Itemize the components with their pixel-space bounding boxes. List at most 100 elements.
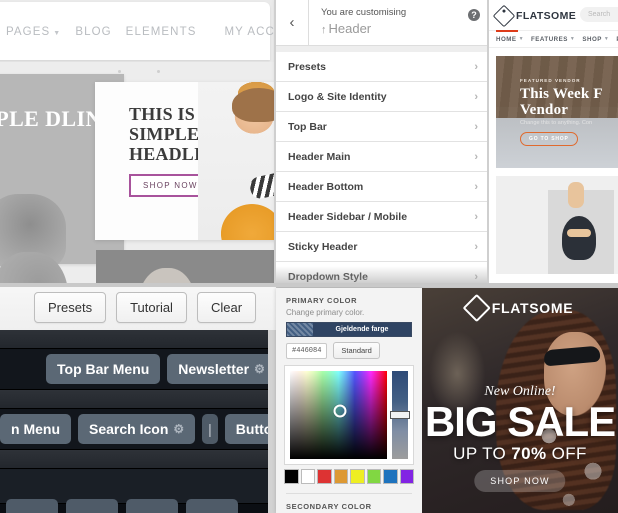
color-preset-swatches[interactable] [284,469,414,484]
vendor-cta-button[interactable]: GO TO SHOP [520,132,578,146]
primary-color-swatch [287,323,313,336]
chevron-right-icon: › [474,60,478,73]
preset-swatch-purple[interactable] [399,469,414,484]
site-header: FLATSOME Search [488,0,618,30]
preview-slide-main: THIS IS A SIMPLE HEADLINE SHOP NOW [95,82,276,240]
builder-chip-label: n Menu [11,421,60,437]
flatsome-logo-icon [462,293,491,323]
customizer-title: ↑ Header [321,20,480,39]
site-nav-label: SHOP [582,35,602,43]
customizer-item-presets[interactable]: Presets › [276,52,488,82]
builder-scrollbar[interactable] [268,330,276,513]
hue-slider[interactable] [390,371,410,459]
customizer-item-top-bar[interactable]: Top Bar › [276,112,488,142]
customizer-item-dropdown-style[interactable]: Dropdown Style › [276,262,488,284]
color-picker-widget[interactable] [284,365,414,465]
builder-chip-label: Search Icon [89,421,169,437]
site-nav[interactable]: HOME ▼ FEATURES ▼ SHOP ▼ PAGES ▼ [488,30,618,48]
presets-button[interactable]: Presets [34,291,107,323]
product-tile [496,176,618,274]
standard-button[interactable]: Standard [333,342,380,359]
nav-item-elements[interactable]: ELEMENTS [126,26,197,38]
preview-hero-area: IS A PLE DLINE NOW THIS IS A SIMPLE HEAD… [0,62,276,284]
site-nav-item-features[interactable]: FEATURES ▼ [531,36,575,43]
preset-swatch-green[interactable] [366,469,381,484]
primary-current-color-label: Gjeldende farge [313,323,411,336]
secondary-color-title: SECONDARY COLOR [286,502,372,511]
customizer-section-list[interactable]: Presets › Logo & Site Identity › Top Bar… [276,52,488,284]
site-nav-item-home[interactable]: HOME ▼ [496,36,524,43]
chevron-right-icon: › [474,210,478,223]
nav-item-pages[interactable]: PAGES ▼ [6,26,61,38]
builder-row-header-main: n Menu Search Icon ⚙ | Button 2 [0,409,276,450]
nav-item-label: ELEMENTS [125,26,197,38]
banner-subhead-prefix: UP TO [453,444,512,463]
chevron-left-icon[interactable]: ‹ [276,0,309,45]
customizer-item-label: Presets [288,60,326,73]
hue-slider-handle[interactable] [390,411,410,420]
customizer-item-header-sidebar-mobile[interactable]: Header Sidebar / Mobile › [276,202,488,232]
nav-item-blog[interactable]: BLOG [75,26,111,38]
saturation-area[interactable] [290,371,387,459]
banner-headline: BIG SALE [424,398,616,445]
primary-color-description: Change primary color. [286,308,365,317]
nav-item-label: PAGES [6,26,51,38]
customizer-item-header-main[interactable]: Header Main › [276,142,488,172]
chevron-right-icon: › [474,270,478,283]
search-input[interactable]: Search [580,7,618,22]
builder-chip-placeholder[interactable] [66,499,118,513]
preset-swatch-blue[interactable] [383,469,398,484]
screenshot-root: PAGES ▼ BLOG ELEMENTS MY ACCOUNT IS A PL… [0,0,618,513]
panel-seam-vertical-2 [487,0,489,284]
chevron-right-icon: › [474,120,478,133]
builder-chip-search-icon[interactable]: Search Icon ⚙ [78,414,196,444]
builder-chip-divider[interactable]: | [202,414,218,444]
preset-swatch-white[interactable] [300,469,315,484]
site-preview-panel: PAGES ▼ BLOG ELEMENTS MY ACCOUNT IS A PL… [0,0,276,284]
builder-chip-main-menu[interactable]: n Menu [0,414,71,444]
customizer-title-block: You are customising ↑ Header ? [309,0,488,45]
banner-shop-now-button[interactable]: SHOP NOW [474,470,566,492]
preset-swatch-orange[interactable] [333,469,348,484]
customizer-item-header-bottom[interactable]: Header Bottom › [276,172,488,202]
customizer-item-sticky-header[interactable]: Sticky Header › [276,232,488,262]
flatsome-logo-icon [492,4,516,28]
builder-chip-placeholder[interactable] [6,499,58,513]
primary-color-title: PRIMARY COLOR [286,296,358,305]
help-icon[interactable]: ? [468,9,480,21]
banner-subhead: UP TO 70% OFF [453,444,587,464]
customizer-subtitle: You are customising [321,7,407,18]
chevron-down-icon: ▼ [518,36,525,42]
tutorial-button[interactable]: Tutorial [116,291,187,323]
flatsome-site-panel: FLATSOME Search HOME ▼ FEATURES ▼ SHOP ▼… [488,0,618,284]
site-nav-item-shop[interactable]: SHOP ▼ [582,36,609,43]
customizer-item-label: Header Main [288,150,351,163]
preview-nav-card: PAGES ▼ BLOG ELEMENTS MY ACCOUNT [0,2,276,60]
builder-bottom-chip-row [0,499,276,513]
builder-chip-placeholder[interactable] [126,499,178,513]
builder-chip-placeholder[interactable] [186,499,238,513]
vendor-subtext: Change this to anything. Con [520,120,593,126]
preset-swatch-black[interactable] [284,469,299,484]
preset-swatch-yellow[interactable] [350,469,365,484]
chevron-down-icon: ▼ [53,29,62,37]
flatsome-logo[interactable]: FLATSOME [492,4,576,28]
gear-icon[interactable]: ⚙ [254,362,265,376]
main-slide-photo [198,82,276,240]
hex-input[interactable]: #446084 [286,342,328,359]
preset-swatch-red[interactable] [317,469,332,484]
preview-slide-bottom [96,250,276,284]
customizer-item-logo-site-identity[interactable]: Logo & Site Identity › [276,82,488,112]
builder-chip-newsletter[interactable]: Newsletter ⚙ [167,354,276,384]
clear-button[interactable]: Clear [196,291,257,323]
builder-canvas: Top Bar Menu Newsletter ⚙ n Menu Search … [0,330,276,513]
gear-icon[interactable]: ⚙ [173,422,184,436]
product-hand [568,182,584,208]
nav-item-label: MY ACCOUNT [224,26,276,38]
saturation-knob[interactable] [333,404,347,418]
customizer-item-label: Header Bottom [288,180,364,193]
customizer-item-label: Top Bar [288,120,327,133]
primary-current-color-button[interactable]: Gjeldende farge [286,322,412,337]
builder-chip-top-bar-menu[interactable]: Top Bar Menu [46,354,161,384]
nav-item-my-account[interactable]: MY ACCOUNT [224,26,276,38]
